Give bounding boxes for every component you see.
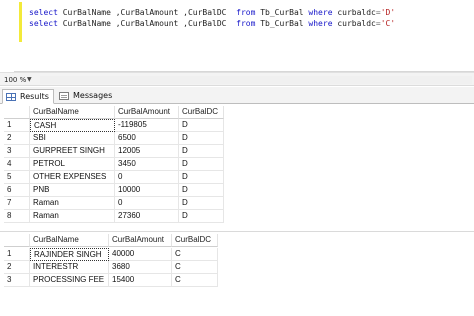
table-name: Tb_CurBal <box>260 8 304 17</box>
messages-icon <box>59 92 69 100</box>
column-header-curbaldc[interactable]: CurBalDC <box>172 234 218 247</box>
cell-curbalamount[interactable]: 3680 <box>109 261 172 274</box>
filter-value: 'C' <box>380 19 396 28</box>
row-number[interactable]: 2 <box>4 261 30 274</box>
column-header-curbalname[interactable]: CurBalName <box>30 234 109 247</box>
keyword-from: from <box>236 8 256 17</box>
cell-curbalamount[interactable]: 0 <box>115 171 179 184</box>
tab-messages-label: Messages <box>73 91 113 100</box>
cell-curbalname[interactable]: INTERESTR <box>30 261 109 274</box>
cell-curbalamount[interactable]: 10000 <box>115 184 179 197</box>
column-list: CurBalName ,CurBalAmount ,CurBalDC <box>62 19 227 28</box>
zoom-value: 100 % <box>4 76 27 84</box>
column-list: CurBalName ,CurBalAmount ,CurBalDC <box>62 8 227 17</box>
table-row[interactable]: 4 PETROL 3450 D <box>4 158 224 171</box>
filter-column: curbaldc <box>337 8 376 17</box>
cell-curbaldc[interactable]: D <box>179 132 224 145</box>
cell-curbaldc[interactable]: D <box>179 184 224 197</box>
cell-curbalamount[interactable]: 15400 <box>109 274 172 287</box>
chevron-down-icon: ▼ <box>27 76 32 83</box>
table-row[interactable]: 6 PNB 10000 D <box>4 184 224 197</box>
horizontal-scrollbar[interactable] <box>40 76 472 84</box>
row-number[interactable]: 1 <box>4 248 30 261</box>
cell-curbaldc[interactable]: C <box>172 261 218 274</box>
cell-curbalname[interactable]: GURPREET SINGH <box>30 145 115 158</box>
cell-curbalamount[interactable]: 27360 <box>115 210 179 223</box>
cell-curbalname[interactable]: Raman <box>30 197 115 210</box>
row-number[interactable]: 3 <box>4 274 30 287</box>
cell-curbalname[interactable]: OTHER EXPENSES <box>30 171 115 184</box>
cell-curbalamount[interactable]: 0 <box>115 197 179 210</box>
row-number[interactable]: 2 <box>4 132 30 145</box>
row-number[interactable]: 8 <box>4 210 30 223</box>
cell-curbalname[interactable]: SBI <box>30 132 115 145</box>
row-number[interactable]: 1 <box>4 119 30 132</box>
column-header-curbalamount[interactable]: CurBalAmount <box>109 234 172 247</box>
query-editor[interactable]: select CurBalName ,CurBalAmount ,CurBalD… <box>0 0 474 72</box>
keyword-select: select <box>29 8 58 17</box>
keyword-from: from <box>236 19 256 28</box>
keyword-where: where <box>308 19 333 28</box>
query-line-2[interactable]: select CurBalName ,CurBalAmount ,CurBalD… <box>29 18 395 29</box>
grid-icon <box>6 93 16 101</box>
cell-curbalamount[interactable]: 3450 <box>115 158 179 171</box>
row-number-header <box>4 106 30 119</box>
cell-curbalname[interactable]: PROCESSING FEE <box>30 274 109 287</box>
cell-curbalamount[interactable]: 40000 <box>109 248 172 261</box>
zoom-bar: 100 % ▼ <box>0 72 474 86</box>
row-number[interactable]: 7 <box>4 197 30 210</box>
cell-curbaldc[interactable]: D <box>179 145 224 158</box>
cell-curbalname[interactable]: RAJINDER SINGH <box>30 248 109 261</box>
table-row[interactable]: 2 SBI 6500 D <box>4 132 224 145</box>
cell-curbaldc[interactable]: D <box>179 158 224 171</box>
cell-curbalname[interactable]: PNB <box>30 184 115 197</box>
cell-curbalname[interactable]: Raman <box>30 210 115 223</box>
result-grid-1[interactable]: CurBalName CurBalAmount CurBalDC 1 CASH … <box>4 106 224 230</box>
cell-curbalname[interactable]: PETROL <box>30 158 115 171</box>
cell-curbaldc[interactable]: C <box>172 248 218 261</box>
filter-column: curbaldc <box>337 19 376 28</box>
cell-curbalname[interactable]: CASH <box>30 119 115 132</box>
table-row[interactable]: 1 RAJINDER SINGH 40000 C <box>4 248 218 261</box>
results-tabstrip: Results Messages <box>0 87 474 104</box>
row-number[interactable]: 5 <box>4 171 30 184</box>
cell-curbaldc[interactable]: D <box>179 171 224 184</box>
change-tracking-bar <box>19 2 22 42</box>
table-row[interactable]: 3 PROCESSING FEE 15400 C <box>4 274 218 287</box>
row-number-header <box>4 234 30 247</box>
tab-results[interactable]: Results <box>2 89 54 104</box>
cell-curbaldc[interactable]: D <box>179 197 224 210</box>
tab-messages[interactable]: Messages <box>56 89 112 104</box>
table-row[interactable]: 3 GURPREET SINGH 12005 D <box>4 145 224 158</box>
cell-curbaldc[interactable]: D <box>179 210 224 223</box>
zoom-select[interactable]: 100 % ▼ <box>2 74 36 86</box>
table-name: Tb_CurBal <box>260 19 304 28</box>
column-header-curbaldc[interactable]: CurBalDC <box>179 106 224 119</box>
cell-curbaldc[interactable]: D <box>179 119 224 132</box>
table-row[interactable]: 2 INTERESTR 3680 C <box>4 261 218 274</box>
table-row[interactable]: 8 Raman 27360 D <box>4 210 224 223</box>
cell-curbalamount[interactable]: 12005 <box>115 145 179 158</box>
tab-results-label: Results <box>20 92 49 101</box>
editor-gutter <box>0 0 14 72</box>
grid-header-row: CurBalName CurBalAmount CurBalDC <box>4 234 218 247</box>
row-number[interactable]: 3 <box>4 145 30 158</box>
column-header-curbalamount[interactable]: CurBalAmount <box>115 106 179 119</box>
column-header-curbalname[interactable]: CurBalName <box>30 106 115 119</box>
table-row[interactable]: 5 OTHER EXPENSES 0 D <box>4 171 224 184</box>
filter-value: 'D' <box>380 8 396 17</box>
keyword-where: where <box>308 8 333 17</box>
table-row[interactable]: 1 CASH -119805 D <box>4 119 224 132</box>
result-set-divider <box>0 231 474 232</box>
query-line-1[interactable]: select CurBalName ,CurBalAmount ,CurBalD… <box>29 7 395 18</box>
row-number[interactable]: 6 <box>4 184 30 197</box>
keyword-select: select <box>29 19 58 28</box>
table-row[interactable]: 7 Raman 0 D <box>4 197 224 210</box>
cell-curbaldc[interactable]: C <box>172 274 218 287</box>
grid-header-row: CurBalName CurBalAmount CurBalDC <box>4 106 224 119</box>
result-grid-2[interactable]: CurBalName CurBalAmount CurBalDC 1 RAJIN… <box>4 234 218 292</box>
row-number[interactable]: 4 <box>4 158 30 171</box>
cell-curbalamount[interactable]: -119805 <box>115 119 179 132</box>
cell-curbalamount[interactable]: 6500 <box>115 132 179 145</box>
